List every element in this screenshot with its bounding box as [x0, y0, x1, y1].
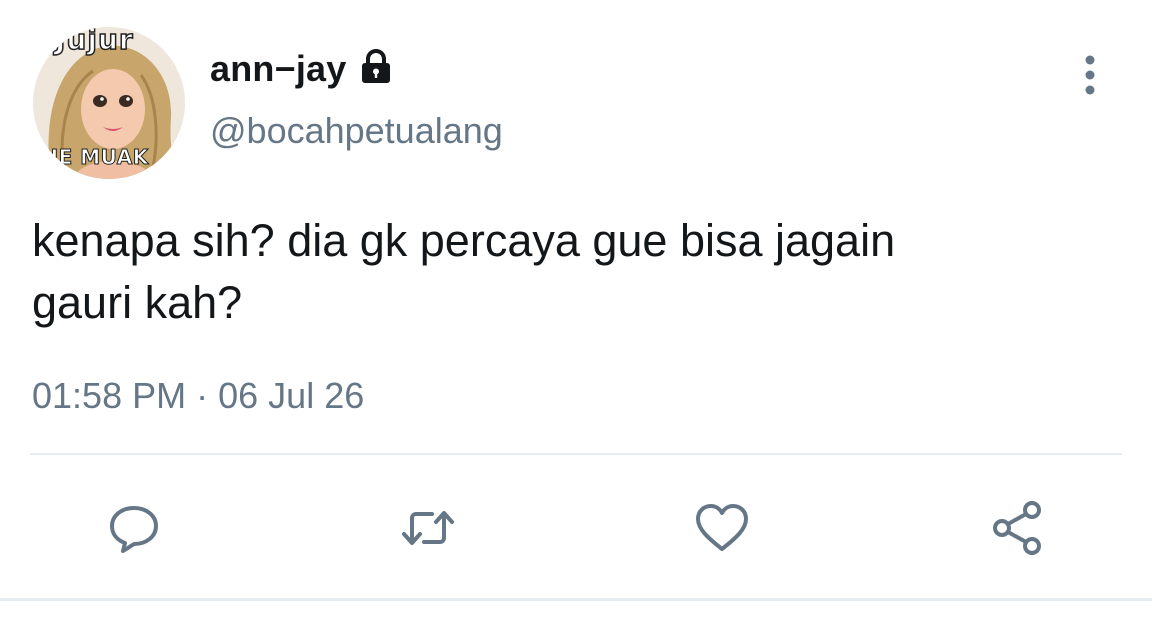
retweet-button[interactable] [398, 498, 458, 558]
like-button[interactable] [692, 498, 752, 558]
share-icon [993, 501, 1041, 555]
tweet-time: 01:58 PM [32, 375, 187, 416]
avatar-bottom-text: GUE MUAK [33, 145, 149, 170]
meta-separator: · [196, 375, 209, 416]
tweet-text: kenapa sih? dia gk percaya gue bisa jaga… [32, 210, 1112, 334]
reply-button[interactable] [104, 498, 164, 558]
tweet-date: 06 Jul 26 [218, 375, 365, 416]
tweet-timestamp[interactable]: 01:58 PM · 06 Jul 26 [32, 375, 364, 417]
display-name[interactable]: ann−jay [210, 48, 346, 90]
avatar[interactable]: Jujur GUE MUAK [33, 27, 185, 179]
tweet-text-line-2: gauri kah? [32, 277, 243, 328]
avatar-top-text: Jujur [54, 27, 134, 57]
retweet-icon [402, 511, 454, 545]
share-button[interactable] [988, 498, 1048, 558]
user-handle[interactable]: @bocahpetualang [210, 110, 503, 152]
comment-icon [110, 506, 158, 553]
more-vertical-icon[interactable] [1072, 54, 1108, 98]
display-name-row: ann−jay [210, 44, 396, 94]
bottom-divider [0, 598, 1152, 601]
lock-icon [356, 47, 396, 87]
tweet-card: Jujur GUE MUAK ann−jay @bocahpetualang k… [0, 0, 1152, 618]
tweet-text-line-1: kenapa sih? dia gk percaya gue bisa jaga… [32, 215, 896, 266]
heart-icon [696, 504, 748, 551]
divider [30, 453, 1122, 455]
